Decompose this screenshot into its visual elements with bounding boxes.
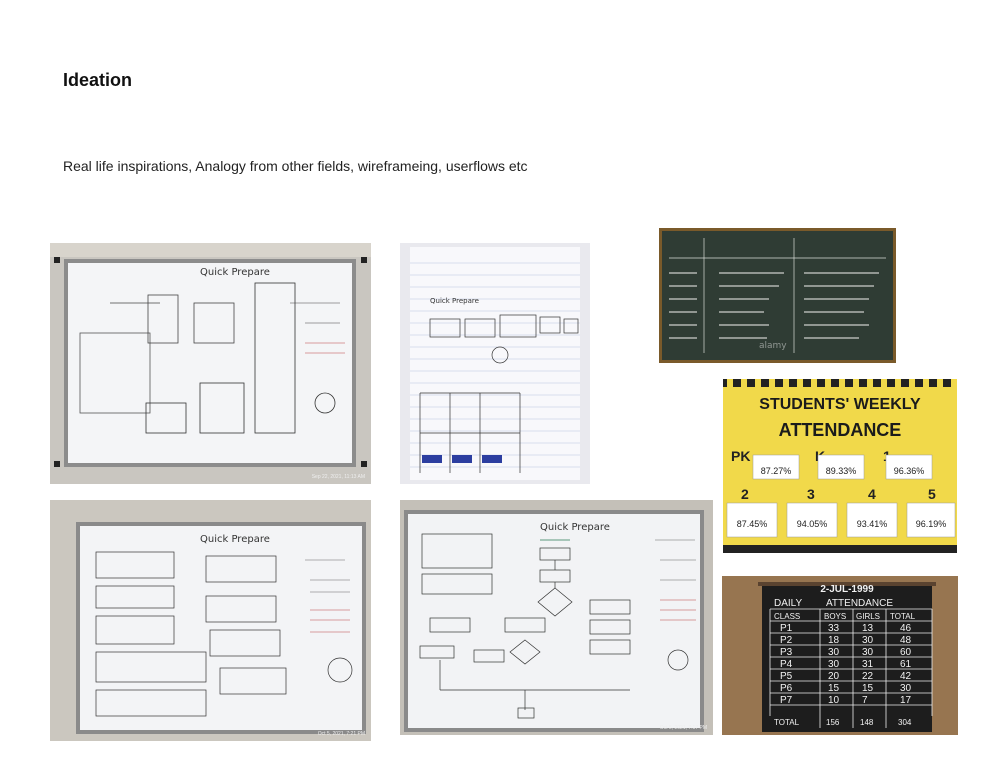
whiteboard-photo-1: Quick Prepare Sep 22, 2021, 11:13 AM — [50, 243, 371, 484]
daily-cell: 7 — [862, 695, 868, 706]
daily-total-cell: 148 — [860, 718, 874, 727]
whiteboard-photo-3: Quick Prepare Oct 5, 2021, 7:17 PM — [400, 500, 713, 735]
daily-cell: P2 — [780, 635, 793, 646]
page-subtitle: Real life inspirations, Analogy from oth… — [63, 158, 528, 174]
chalkboard-photo: alamy — [659, 228, 896, 363]
whiteboard-3-heading: Quick Prepare — [540, 522, 610, 533]
daily-cell: 10 — [828, 695, 840, 706]
daily-cell: 31 — [862, 659, 874, 670]
chalkboard-watermark: alamy — [759, 341, 787, 351]
daily-cell: P3 — [780, 647, 793, 658]
whiteboard-2-drawing: Quick Prepare — [50, 500, 371, 741]
daily-cell: 22 — [862, 671, 874, 682]
daily-total-cell: 304 — [898, 718, 912, 727]
page-title: Ideation — [63, 70, 133, 90]
daily-cell: 46 — [900, 623, 912, 634]
daily-cell: 17 — [900, 695, 912, 706]
whiteboard-photo-2: Quick Prepare Oct 5, 2021, 7:21 PM — [50, 500, 371, 741]
notebook-heading: Quick Prepare — [430, 297, 479, 305]
attendance-grade: PK — [731, 448, 750, 464]
daily-cell: 30 — [862, 635, 874, 646]
daily-cell: 30 — [862, 647, 874, 658]
daily-total-cell: 156 — [826, 718, 840, 727]
daily-cell: 20 — [828, 671, 840, 682]
attendance-pct: 96.36% — [894, 466, 925, 476]
daily-cell: 33 — [828, 623, 840, 634]
daily-cell: P5 — [780, 671, 793, 682]
daily-board-label: ATTENDANCE — [826, 598, 893, 609]
attendance-pct: 96.19% — [916, 519, 947, 529]
daily-cell: P1 — [780, 623, 793, 634]
daily-cell: 42 — [900, 671, 912, 682]
whiteboard-2-heading: Quick Prepare — [200, 534, 270, 545]
daily-total-cell: TOTAL — [774, 718, 800, 727]
attendance-grade: 2 — [741, 486, 749, 502]
daily-cell: 15 — [862, 683, 874, 694]
daily-board-label: DAILY — [774, 598, 802, 609]
daily-cell: 18 — [828, 635, 840, 646]
daily-cell: P4 — [780, 659, 793, 670]
attendance-pct: 87.27% — [761, 466, 792, 476]
daily-attendance-photo: 2-JUL-1999 DAILY ATTENDANCE CLASS BOYS G… — [722, 576, 958, 735]
daily-col-header: BOYS — [824, 612, 846, 621]
attendance-poster-drawing: STUDENTS' WEEKLY ATTENDANCE PK K 1 87.27… — [723, 379, 957, 553]
daily-cell: 48 — [900, 635, 912, 646]
attendance-grade: 5 — [928, 486, 936, 502]
daily-cell: P7 — [780, 695, 793, 706]
daily-col-header: CLASS — [774, 612, 800, 621]
daily-attendance-drawing: 2-JUL-1999 DAILY ATTENDANCE CLASS BOYS G… — [722, 576, 958, 735]
photo-2-timestamp: Oct 5, 2021, 7:21 PM — [317, 731, 365, 737]
daily-cell: 13 — [862, 623, 874, 634]
attendance-pct: 89.33% — [826, 466, 857, 476]
attendance-pct: 87.45% — [737, 519, 768, 529]
daily-cell: 30 — [900, 683, 912, 694]
daily-cell: 30 — [828, 659, 840, 670]
whiteboard-1-drawing: Quick Prepare — [50, 243, 371, 484]
attendance-poster-photo: STUDENTS' WEEKLY ATTENDANCE PK K 1 87.27… — [723, 379, 957, 553]
daily-col-header: TOTAL — [890, 612, 916, 621]
photo-3-timestamp: Oct 5, 2021, 7:17 PM — [659, 725, 707, 731]
daily-cell: P6 — [780, 683, 793, 694]
notebook-drawing: Quick Prepare — [400, 243, 590, 484]
daily-board-date: 2-JUL-1999 — [820, 584, 874, 595]
daily-cell: 61 — [900, 659, 912, 670]
attendance-title-1: STUDENTS' WEEKLY — [759, 396, 921, 413]
attendance-pct: 94.05% — [797, 519, 828, 529]
whiteboard-3-drawing: Quick Prepare — [400, 500, 713, 735]
daily-cell: 30 — [828, 647, 840, 658]
daily-cell: 60 — [900, 647, 912, 658]
attendance-grade: 3 — [807, 486, 815, 502]
attendance-grade: 4 — [868, 486, 876, 502]
whiteboard-1-heading: Quick Prepare — [200, 267, 270, 278]
attendance-title-2: ATTENDANCE — [779, 420, 902, 440]
notebook-photo: Quick Prepare — [400, 243, 590, 484]
attendance-pct: 93.41% — [857, 519, 888, 529]
daily-cell: 15 — [828, 683, 840, 694]
chalkboard-drawing: alamy — [659, 228, 896, 363]
daily-col-header: GIRLS — [856, 612, 880, 621]
photo-1-timestamp: Sep 22, 2021, 11:13 AM — [311, 474, 365, 480]
